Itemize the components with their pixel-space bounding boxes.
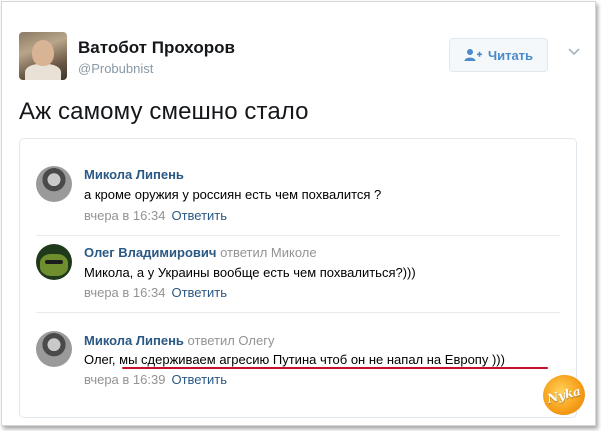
highlight-underline [122,367,548,369]
tweet-text: Аж самому смешно стало [19,98,309,125]
comment-time[interactable]: вчера в 16:34 [84,208,165,223]
comment-meta: вчера в 16:39 Ответить [84,372,227,387]
tweet-frame: Ватобот Прохоров @Probubnist Читать Аж с… [1,1,596,426]
commenter-avatar[interactable] [36,331,72,367]
comment-replied-to[interactable]: ответил Олегу [188,333,275,348]
reply-link[interactable]: Ответить [171,208,227,223]
reply-link[interactable]: Ответить [171,285,227,300]
commenter-avatar[interactable] [36,244,72,280]
author-name[interactable]: Ватобот Прохоров [78,38,235,58]
reply-link[interactable]: Ответить [171,372,227,387]
comment-text: а кроме оружия у россиян есть чем похвал… [84,187,382,202]
comment-time[interactable]: вчера в 16:34 [84,285,165,300]
embedded-comments-card[interactable]: Микола Липень а кроме оружия у россиян е… [19,138,577,418]
comment-author-name[interactable]: Олег Владимирович [84,245,216,260]
avatar-eyes-shape [45,260,63,264]
comment-replied-to[interactable]: ответил Миколе [220,245,317,260]
comment-text: Олег, мы сдерживаем агресию Путина чтоб … [84,352,505,367]
comment-time[interactable]: вчера в 16:39 [84,372,165,387]
author-avatar[interactable] [19,32,67,80]
comment-author[interactable]: Микола Липень [84,167,184,182]
author-handle[interactable]: @Probubnist [78,61,153,76]
comment-meta: вчера в 16:34 Ответить [84,208,227,223]
comment-author-name[interactable]: Микола Липень [84,167,184,182]
follow-button[interactable]: Читать [449,38,548,72]
comment-author-name[interactable]: Микола Липень [84,333,184,348]
chevron-down-icon[interactable] [567,47,581,57]
comment-meta: вчера в 16:34 Ответить [84,285,227,300]
avatar-figure-body [25,64,61,80]
avatar-mask-shape [40,254,68,276]
watermark-text: Nyka [545,384,583,406]
comment-divider [36,235,560,236]
add-user-icon [464,48,482,62]
commenter-avatar[interactable] [36,166,72,202]
comment-text: Микола, а у Украины вообще есть чем похв… [84,265,416,280]
comment-divider [36,312,560,313]
comment-author[interactable]: Микола Липень ответил Олегу [84,333,274,348]
comment-author[interactable]: Олег Владимирович ответил Миколе [84,245,317,260]
avatar-figure-face [32,40,54,66]
follow-button-label: Читать [487,47,534,63]
